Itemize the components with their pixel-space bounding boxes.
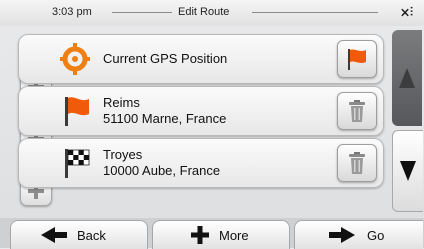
scroll-down-button[interactable] xyxy=(392,130,423,212)
waypoint-row[interactable]: Troyes 10000 Aube, France xyxy=(18,138,384,188)
more-button[interactable]: More xyxy=(152,220,290,249)
delete-waypoint-button[interactable] xyxy=(337,144,377,182)
waypoint-name: Reims xyxy=(103,95,140,110)
set-start-button[interactable] xyxy=(337,40,377,78)
back-label: Back xyxy=(77,228,106,243)
route-start-label: Current GPS Position xyxy=(103,51,228,66)
waypoint-address: 51100 Marne, France xyxy=(103,111,227,126)
plus-icon xyxy=(191,226,209,244)
delete-waypoint-button[interactable] xyxy=(337,92,377,130)
waypoint-row[interactable]: Reims 51100 Marne, France xyxy=(18,86,384,136)
waypoint-name: Troyes xyxy=(103,147,143,162)
arrow-left-icon xyxy=(41,227,67,243)
gps-signal-icon: ⨯⫶ xyxy=(400,5,414,19)
go-button[interactable]: Go xyxy=(294,220,423,249)
clock: 3:03 pm xyxy=(52,6,92,18)
checkered-flag-icon xyxy=(65,149,90,178)
go-label: Go xyxy=(367,228,385,243)
waypoint-address: 10000 Aube, France xyxy=(103,163,221,178)
page-title: Edit Route xyxy=(178,6,230,18)
route-start-row[interactable]: Current GPS Position xyxy=(18,34,384,84)
status-divider-right xyxy=(252,12,378,13)
gps-crosshair-icon xyxy=(60,43,90,75)
arrow-up-icon xyxy=(399,68,415,88)
scroll-up-button[interactable] xyxy=(392,30,422,126)
status-divider-left xyxy=(112,12,172,13)
orange-flag-icon xyxy=(65,97,89,126)
trash-icon xyxy=(349,100,365,122)
arrow-down-icon xyxy=(400,161,416,181)
arrow-right-icon xyxy=(329,227,355,243)
more-label: More xyxy=(219,228,249,243)
bottom-toolbar: Back More Go xyxy=(0,218,424,249)
trash-icon xyxy=(349,152,365,174)
status-bar: 3:03 pm Edit Route ⨯⫶ xyxy=(0,0,424,26)
orange-flag-icon xyxy=(348,49,366,70)
back-button[interactable]: Back xyxy=(10,220,148,249)
